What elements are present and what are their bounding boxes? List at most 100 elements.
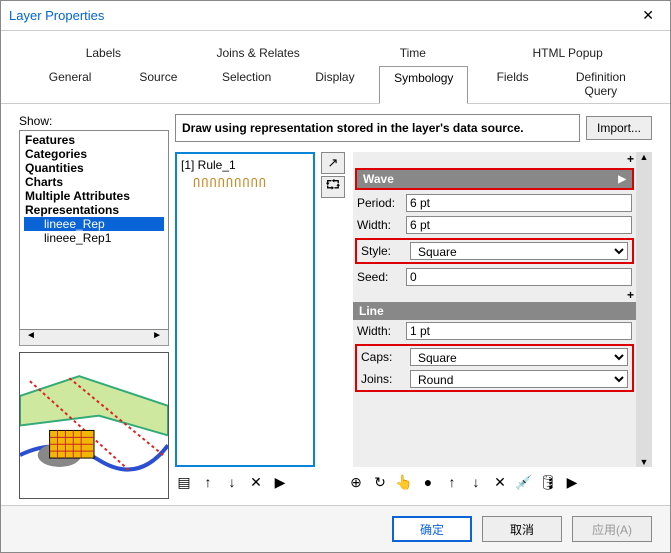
- add-layer-plus-top[interactable]: +: [353, 152, 636, 166]
- line-width-row: Width:: [353, 320, 636, 342]
- wave-seed-label: Seed:: [357, 270, 402, 284]
- show-item-lineee-rep1[interactable]: lineee_Rep1: [24, 231, 164, 245]
- titlebar: Layer Properties ✕: [1, 1, 670, 31]
- tab-fields[interactable]: Fields: [468, 65, 556, 103]
- line-joins-label: Joins:: [361, 372, 406, 386]
- wave-expand-icon[interactable]: ▶: [618, 174, 626, 185]
- show-item-quantities[interactable]: Quantities: [24, 161, 164, 175]
- window-title: Layer Properties: [9, 8, 104, 23]
- show-item-lineee-rep[interactable]: lineee_Rep: [24, 217, 164, 231]
- tab-source[interactable]: Source: [114, 65, 202, 103]
- rule-play-icon[interactable]: ▶: [271, 473, 289, 491]
- wave-period-label: Period:: [357, 196, 402, 210]
- rule-box[interactable]: [1] Rule_1 ՈՈՈՈՈՈՈՈՈ: [175, 152, 315, 467]
- line-joins-row: Joins: Round: [357, 368, 632, 390]
- wave-width-row: Width:: [353, 214, 636, 236]
- tabs-lower: General Source Selection Display Symbolo…: [1, 65, 670, 104]
- scroll-down-icon[interactable]: ▼: [640, 457, 649, 467]
- line-width-input[interactable]: [406, 322, 632, 340]
- line-width-label: Width:: [357, 324, 402, 338]
- show-item-multiple-attributes[interactable]: Multiple Attributes: [24, 189, 164, 203]
- cancel-button[interactable]: 取消: [482, 516, 562, 542]
- show-label: Show:: [19, 114, 169, 128]
- tool-db-icon[interactable]: 🛢: [539, 473, 557, 491]
- wave-header-label: Wave: [363, 172, 394, 186]
- highlight-wave-header: Wave ▶: [355, 168, 634, 190]
- highlight-line-caps-joins: Caps: Square Joins: Round: [355, 344, 634, 392]
- close-icon[interactable]: ✕: [634, 7, 662, 24]
- props-panel: + Wave ▶ Period: Width:: [353, 152, 652, 467]
- tab-time[interactable]: Time: [336, 41, 491, 65]
- ok-button[interactable]: 确定: [392, 516, 472, 542]
- rule-delete-icon[interactable]: ✕: [247, 473, 265, 491]
- show-item-features[interactable]: Features: [24, 133, 164, 147]
- show-item-charts[interactable]: Charts: [24, 175, 164, 189]
- content-area: Show: Features Categories Quantities Cha…: [1, 104, 670, 505]
- tool-dot-icon[interactable]: ●: [419, 473, 437, 491]
- line-caps-select[interactable]: Square: [410, 348, 628, 366]
- wave-period-row: Period:: [353, 192, 636, 214]
- line-caps-row: Caps: Square: [357, 346, 632, 368]
- description-bar: Draw using representation stored in the …: [175, 114, 652, 142]
- wave-style-row: Style: Square: [357, 240, 632, 262]
- tool-picker-icon[interactable]: 💉: [515, 473, 533, 491]
- description-text: Draw using representation stored in the …: [175, 114, 580, 142]
- add-layer-plus-mid[interactable]: +: [353, 288, 636, 302]
- wave-seed-input[interactable]: [406, 268, 632, 286]
- side-icons: ↗ ⮔: [321, 152, 347, 467]
- tab-selection[interactable]: Selection: [203, 65, 291, 103]
- layer-properties-dialog: Layer Properties ✕ Labels Joins & Relate…: [0, 0, 671, 553]
- line-header[interactable]: Line: [353, 302, 636, 320]
- rule-tree-icon[interactable]: ▤: [175, 473, 193, 491]
- rule-up-icon[interactable]: ↑: [199, 473, 217, 491]
- wave-seed-row: Seed:: [353, 266, 636, 288]
- line-joins-select[interactable]: Round: [410, 370, 628, 388]
- tabs-upper: Labels Joins & Relates Time HTML Popup: [1, 31, 670, 65]
- tab-joins-relates[interactable]: Joins & Relates: [181, 41, 336, 65]
- wave-header[interactable]: Wave ▶: [357, 170, 632, 188]
- rule-toolbar: ▤ ↑ ↓ ✕ ▶: [175, 473, 347, 491]
- rule-wave-glyph: ՈՈՈՈՈՈՈՈՈ: [181, 176, 309, 190]
- show-list[interactable]: Features Categories Quantities Charts Mu…: [19, 130, 169, 330]
- tool-add-icon[interactable]: ⊕: [347, 473, 365, 491]
- tab-labels[interactable]: Labels: [26, 41, 181, 65]
- wave-style-select[interactable]: Square: [410, 242, 628, 260]
- import-button[interactable]: Import...: [586, 116, 652, 140]
- arrow-icon[interactable]: ↗: [321, 152, 345, 174]
- scroll-right-icon[interactable]: ►: [146, 330, 168, 345]
- tool-refresh-icon[interactable]: ↻: [371, 473, 389, 491]
- left-column: Show: Features Categories Quantities Cha…: [19, 114, 169, 499]
- tool-hand-icon[interactable]: 👆: [395, 473, 413, 491]
- props-scrollbar[interactable]: ▲ ▼: [636, 152, 652, 467]
- scroll-up-icon[interactable]: ▲: [640, 152, 649, 162]
- show-item-categories[interactable]: Categories: [24, 147, 164, 161]
- wave-period-input[interactable]: [406, 194, 632, 212]
- mid-row: [1] Rule_1 ՈՈՈՈՈՈՈՈՈ ↗ ⮔ + Wave ▶: [175, 152, 652, 467]
- prop-toolbar: ⊕ ↻ 👆 ● ↑ ↓ ✕ 💉 🛢 ▶: [347, 473, 581, 491]
- tab-definition-query[interactable]: Definition Query: [557, 65, 645, 103]
- link-icon[interactable]: ⮔: [321, 176, 345, 198]
- line-caps-label: Caps:: [361, 350, 406, 364]
- tool-up-icon[interactable]: ↑: [443, 473, 461, 491]
- rule-label: [1] Rule_1: [181, 158, 309, 172]
- tab-symbology[interactable]: Symbology: [379, 66, 468, 104]
- tool-play-icon[interactable]: ▶: [563, 473, 581, 491]
- show-item-representations[interactable]: Representations: [24, 203, 164, 217]
- rule-down-icon[interactable]: ↓: [223, 473, 241, 491]
- tool-down-icon[interactable]: ↓: [467, 473, 485, 491]
- dialog-footer: 确定 取消 应用(A): [1, 505, 670, 552]
- show-hscroll[interactable]: ◄ ►: [19, 330, 169, 346]
- tab-display[interactable]: Display: [291, 65, 379, 103]
- apply-button[interactable]: 应用(A): [572, 516, 652, 542]
- highlight-wave-style: Style: Square: [355, 238, 634, 264]
- scroll-left-icon[interactable]: ◄: [20, 330, 42, 345]
- wave-style-label: Style:: [361, 244, 406, 258]
- tool-delete-icon[interactable]: ✕: [491, 473, 509, 491]
- wave-width-input[interactable]: [406, 216, 632, 234]
- line-header-label: Line: [359, 304, 384, 318]
- tab-html-popup[interactable]: HTML Popup: [490, 41, 645, 65]
- right-column: Draw using representation stored in the …: [175, 114, 652, 499]
- wave-width-label: Width:: [357, 218, 402, 232]
- tab-general[interactable]: General: [26, 65, 114, 103]
- preview-thumbnail: [19, 352, 169, 499]
